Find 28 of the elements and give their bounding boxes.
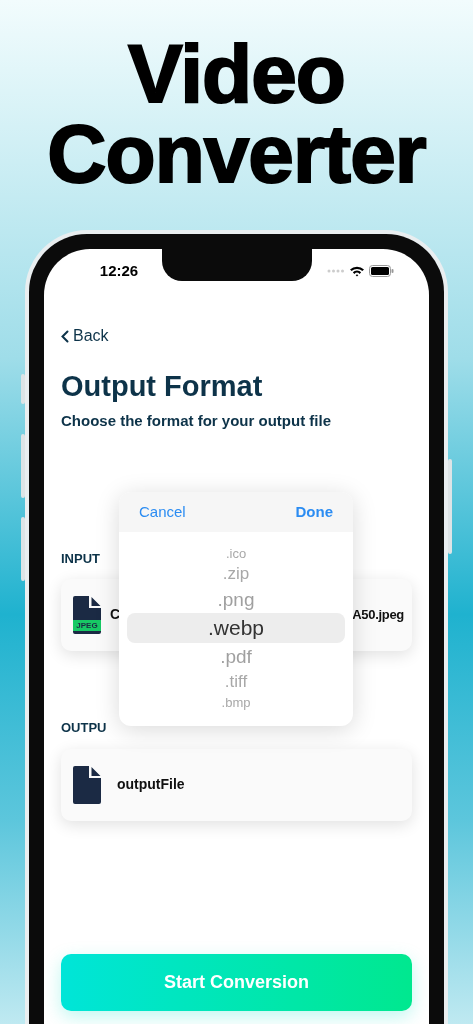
back-link[interactable]: Back [61,326,109,346]
done-button[interactable]: Done [295,500,333,524]
headline: Video [128,34,345,114]
page-title: Output Format [61,368,264,404]
headline: Converter [47,114,426,194]
file-name: C [110,605,121,624]
picker-option[interactable]: .tiff [127,670,345,694]
picker-option[interactable]: .zip [127,562,345,586]
start-conversion-button[interactable]: Start Conversion [61,953,412,1011]
file-name: outputFile [117,775,185,794]
section-label: INPUT [61,550,100,567]
section-label: OUTPU [61,719,107,736]
chevron-left-icon [61,329,69,343]
document-icon [73,765,101,804]
wifi-icon [349,265,365,277]
file-name: A50.jpeg [352,605,404,624]
file-type-label: JPEG [73,619,101,631]
picker-option[interactable]: .png [127,586,345,613]
signal-icon [327,269,345,273]
picker-option[interactable]: .webp [127,613,345,643]
picker-option[interactable]: .bmp [127,694,345,711]
picker-option[interactable]: .ico [127,545,345,562]
file-card[interactable]: outputFile [61,748,412,821]
page-subtitle: Choose the format for your output file [61,410,332,431]
cancel-button[interactable]: Cancel [139,500,186,524]
status-time: 12:26 [99,260,139,281]
battery-icon [369,265,394,277]
picker-option[interactable]: .pdf [127,643,345,670]
